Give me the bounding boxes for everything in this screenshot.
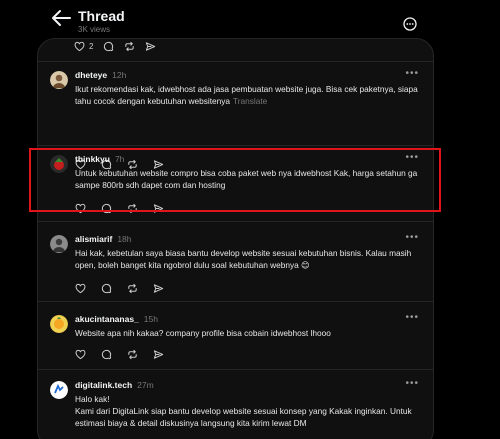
thread-panel: 2 dheteye 12h ••• Ikut rekomendasi kak, i…: [37, 38, 434, 439]
view-count: 3K views: [78, 25, 111, 34]
timestamp: 12h: [112, 70, 127, 80]
post-text: Halo kak! Kami dari DigitaLink siap bantu…: [75, 394, 412, 428]
comment-icon[interactable]: [101, 349, 112, 360]
heart-icon[interactable]: [75, 349, 86, 360]
timestamp: 18h: [117, 234, 132, 244]
avatar[interactable]: [50, 71, 68, 89]
timestamp: 27m: [137, 380, 154, 390]
parent-post-actions: 2: [74, 39, 156, 53]
avatar[interactable]: [50, 235, 68, 253]
more-options-icon[interactable]: •••: [405, 312, 419, 323]
repost-icon[interactable]: [124, 41, 135, 52]
arrow-left-icon[interactable]: [50, 9, 72, 27]
comment-icon[interactable]: [103, 41, 114, 52]
username[interactable]: alismiarif 18h: [75, 234, 132, 244]
avatar[interactable]: [50, 315, 68, 333]
post-text: Website apa nih kakaa? company profile b…: [75, 328, 331, 338]
send-icon[interactable]: [153, 283, 164, 294]
comment-icon[interactable]: [101, 283, 112, 294]
more-circle-icon[interactable]: [403, 17, 417, 31]
divider: [38, 61, 433, 62]
username[interactable]: akucintananas_ 15h: [75, 314, 158, 324]
translate-link[interactable]: Translate: [233, 96, 267, 106]
divider: [38, 145, 433, 146]
post-text: Ikut rekomendasi kak, idwebhost ada jasa…: [75, 84, 418, 106]
more-options-icon[interactable]: •••: [405, 378, 419, 389]
post-actions: [75, 349, 164, 360]
more-options-icon[interactable]: •••: [405, 68, 419, 79]
username[interactable]: digitalink.tech 27m: [75, 380, 154, 390]
username[interactable]: dheteye 12h: [75, 70, 126, 80]
repost-icon[interactable]: [127, 283, 138, 294]
like-count: 2: [89, 41, 94, 51]
post-actions: [75, 283, 164, 294]
divider: [38, 301, 433, 302]
post-text: Hai kak, kebetulan saya biasa bantu deve…: [75, 248, 412, 270]
repost-icon[interactable]: [127, 349, 138, 360]
send-icon[interactable]: [145, 41, 156, 52]
page-title: Thread: [78, 8, 125, 24]
divider: [38, 369, 433, 370]
avatar[interactable]: [50, 381, 68, 399]
heart-icon[interactable]: [75, 283, 86, 294]
highlight-box: [29, 148, 441, 212]
divider: [38, 221, 433, 222]
send-icon[interactable]: [153, 349, 164, 360]
timestamp: 15h: [143, 314, 158, 324]
more-options-icon[interactable]: •••: [405, 232, 419, 243]
heart-icon[interactable]: [74, 41, 85, 52]
